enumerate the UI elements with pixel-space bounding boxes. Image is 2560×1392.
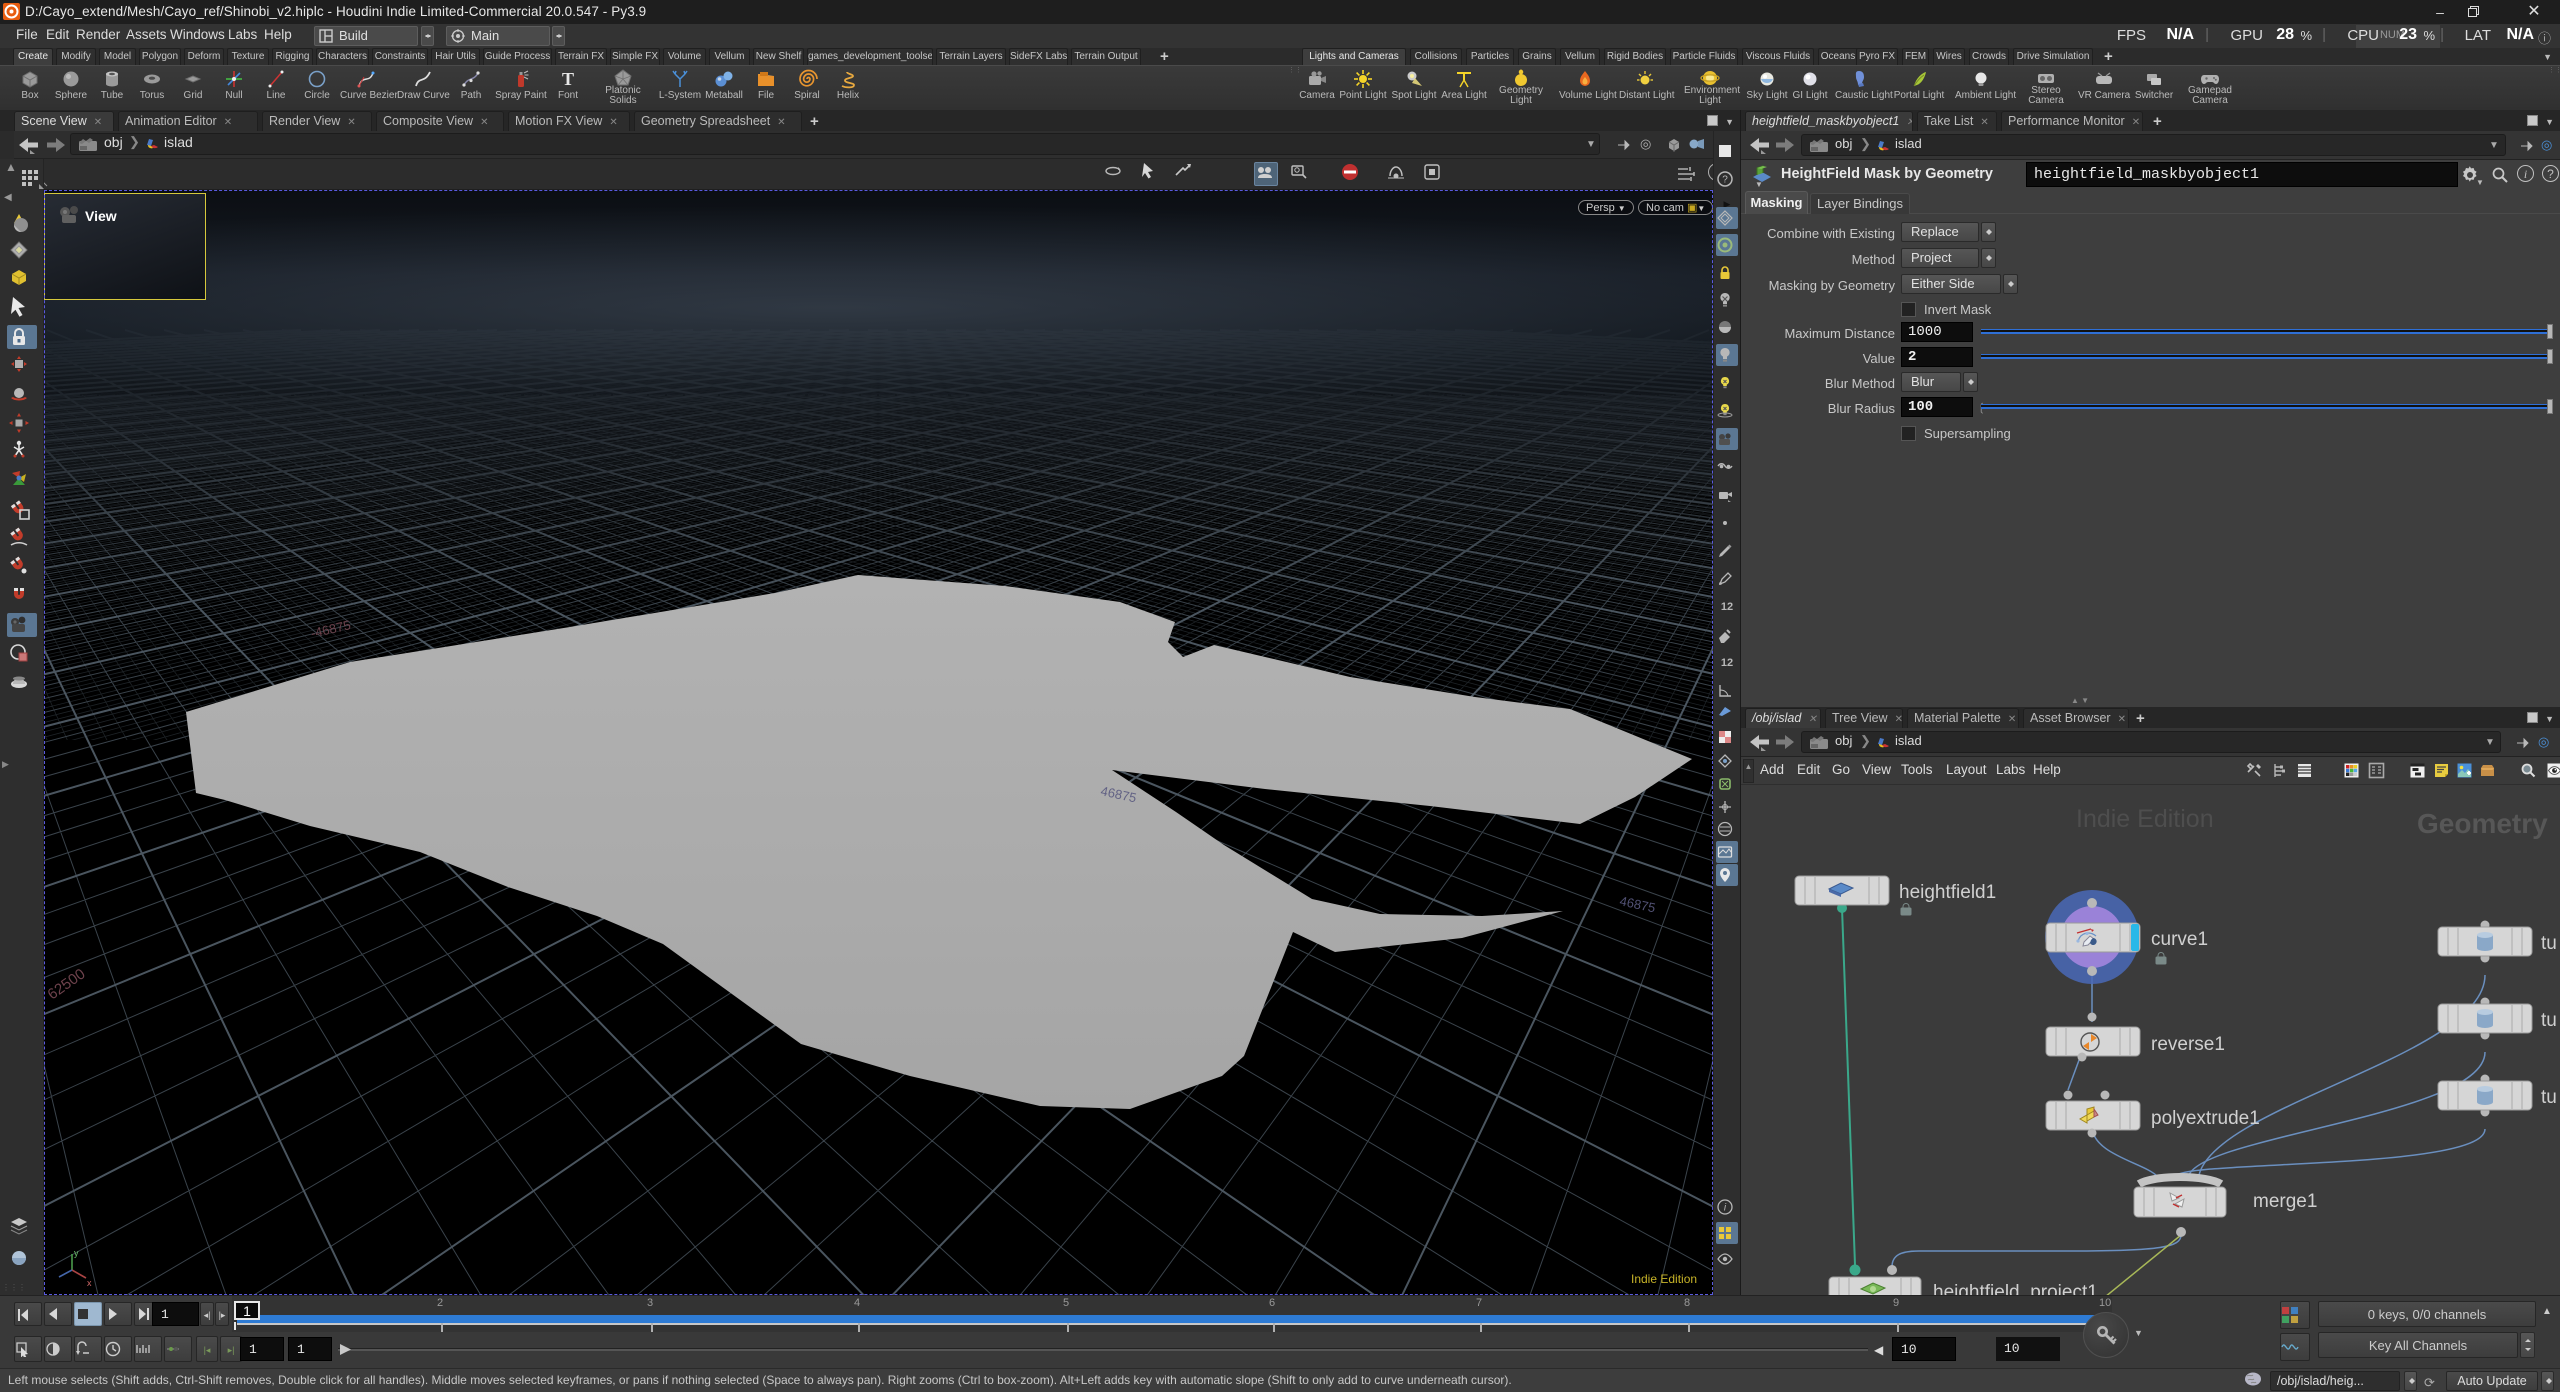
- svg-text:merge1: merge1: [2253, 1191, 2317, 1212]
- svg-text:i: i: [1724, 1203, 1727, 1214]
- svg-text:tu: tu: [2541, 1010, 2557, 1031]
- svg-text:x: x: [87, 1278, 92, 1288]
- svg-text:curve1: curve1: [2151, 929, 2208, 950]
- svg-text:polyextrude1: polyextrude1: [2151, 1108, 2260, 1129]
- svg-text:reverse1: reverse1: [2151, 1034, 2225, 1055]
- svg-text:y: y: [74, 1248, 79, 1258]
- svg-text:Indie Edition: Indie Edition: [2076, 805, 2214, 833]
- svg-text:heightfield_project1: heightfield_project1: [1933, 1282, 2098, 1295]
- svg-text:heightfield1: heightfield1: [1899, 882, 1996, 903]
- svg-text:tu: tu: [2541, 933, 2557, 954]
- svg-text:T: T: [562, 69, 574, 89]
- svg-text:?: ?: [1722, 175, 1728, 186]
- svg-text:tu: tu: [2541, 1087, 2557, 1108]
- svg-text:Geometry: Geometry: [2417, 808, 2548, 839]
